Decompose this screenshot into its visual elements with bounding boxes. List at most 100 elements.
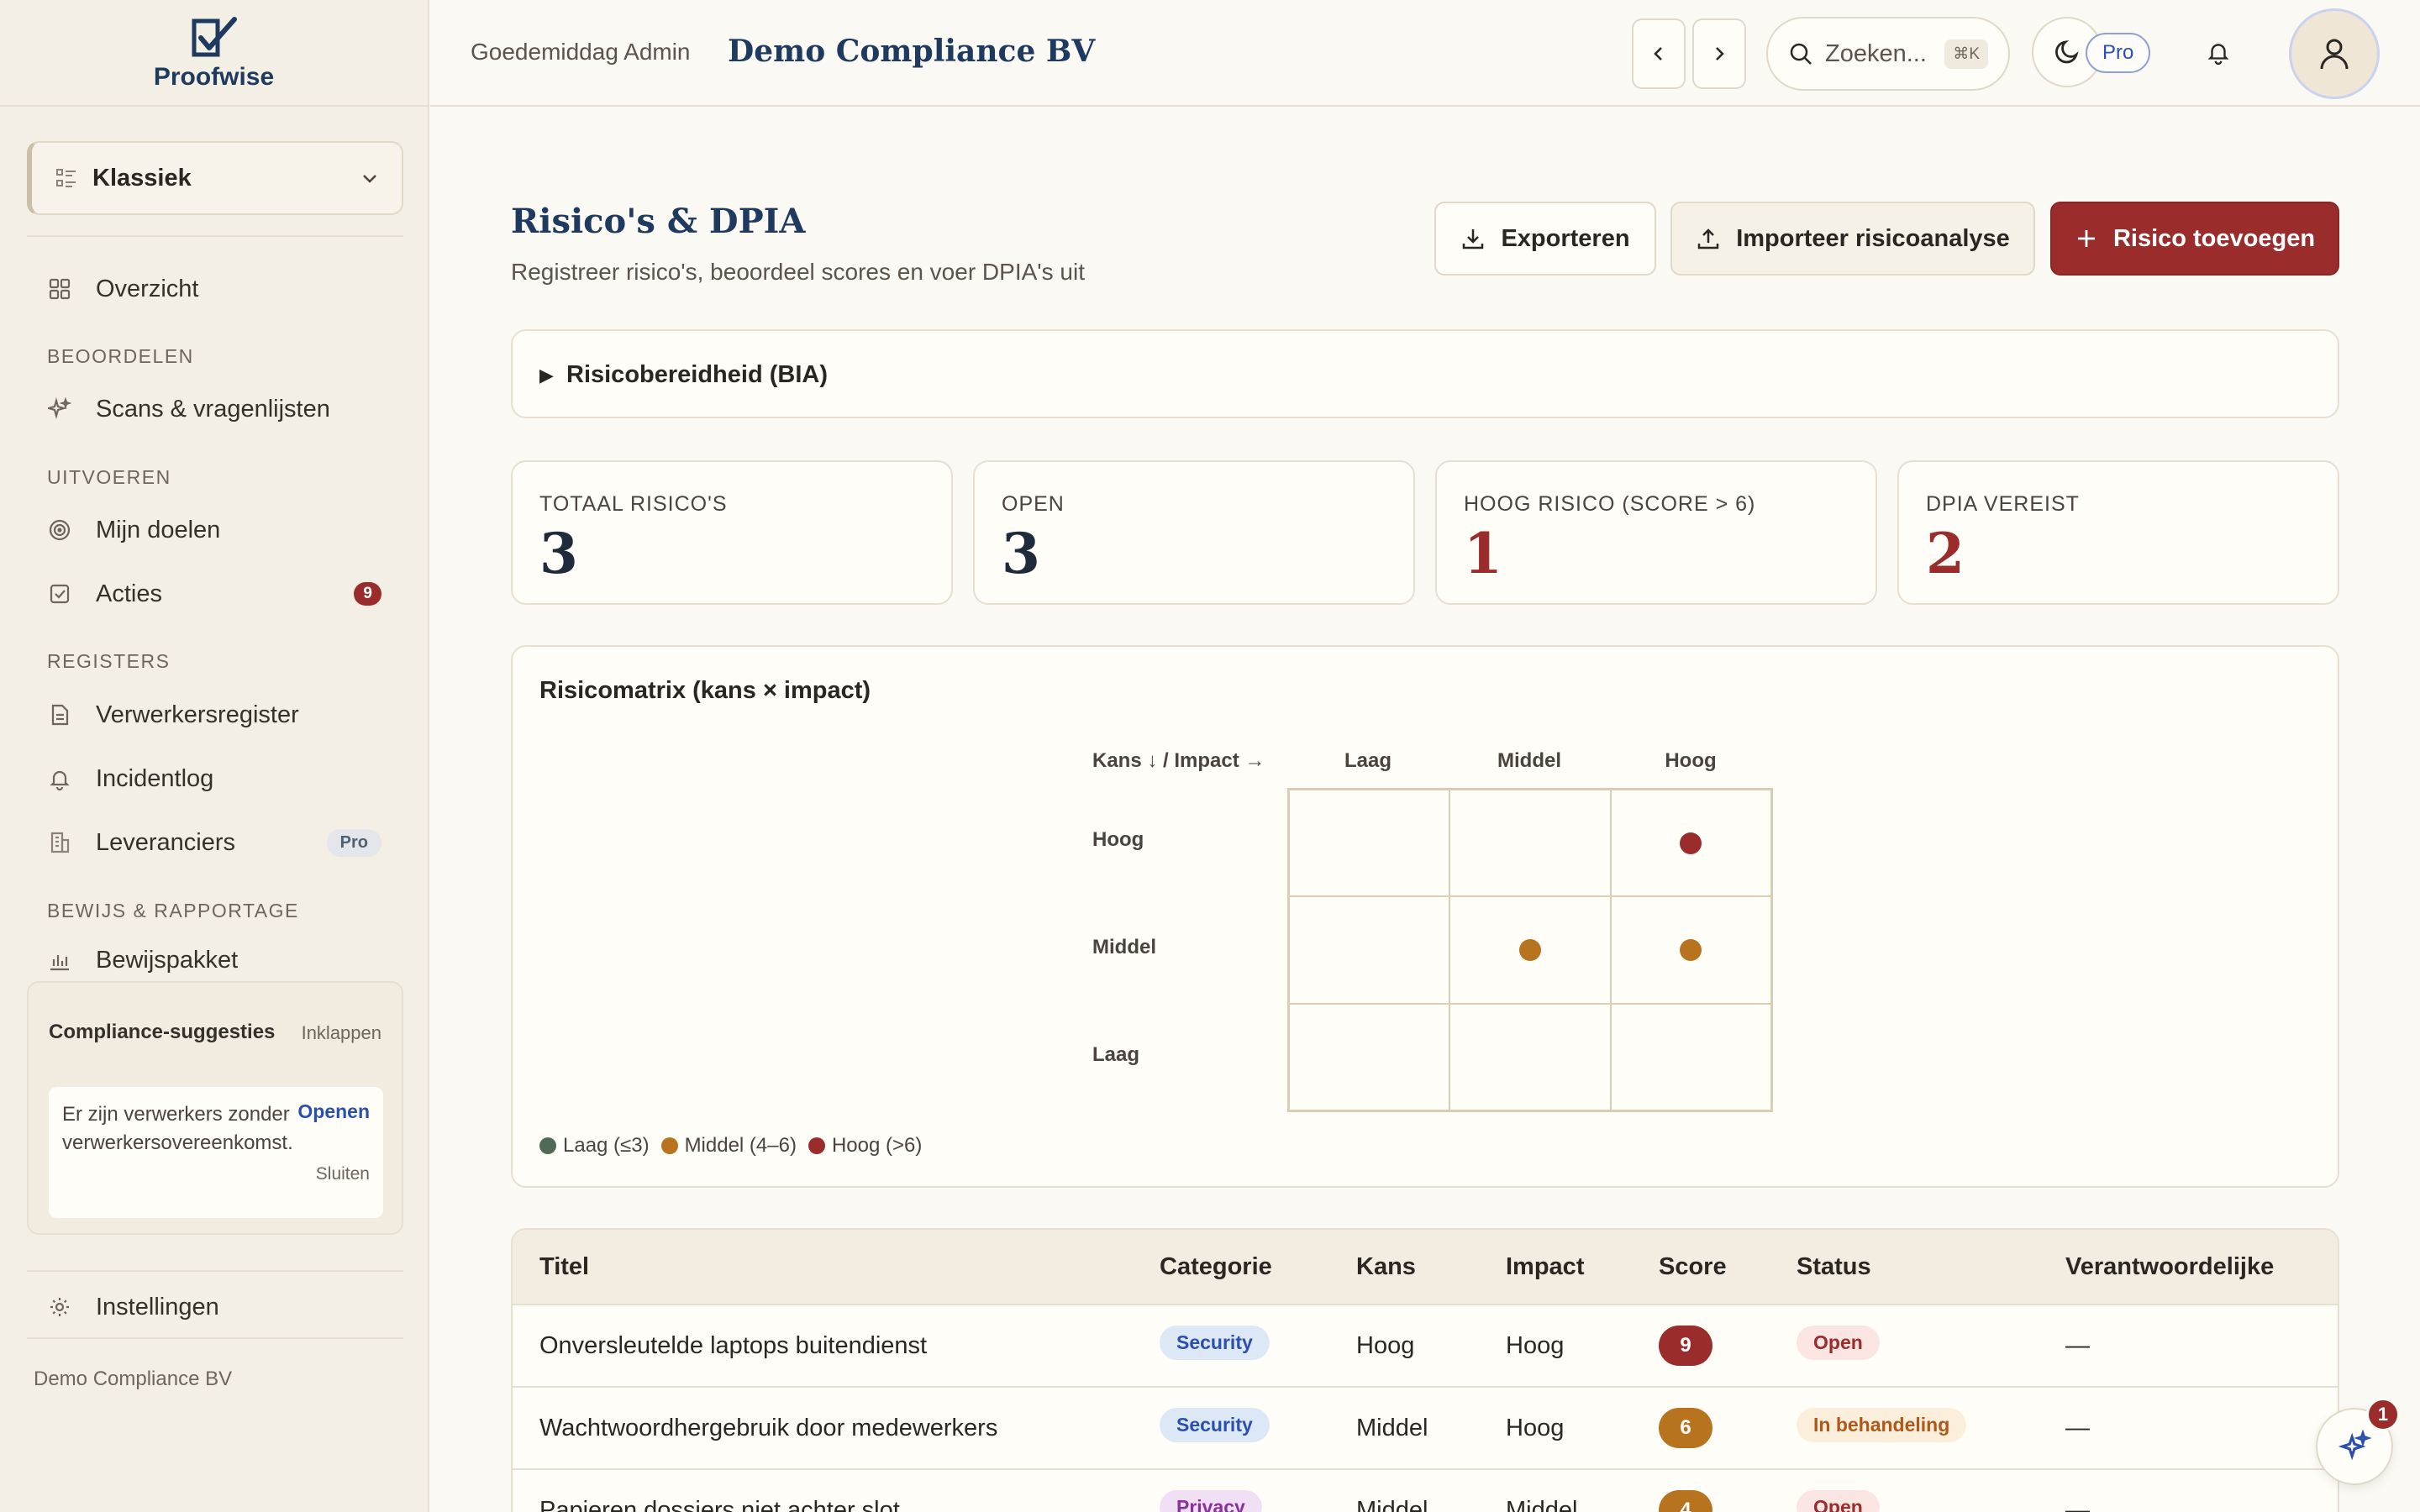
stat-label: DPIA VEREIST (1926, 492, 2080, 516)
legend-label: Laag (≤3) (563, 1134, 650, 1157)
stat-value: 1 (1464, 521, 1502, 586)
category-badge: Security (1160, 1408, 1270, 1442)
risk-matrix-title: Risicomatrix (kans × impact) (539, 677, 871, 704)
risks-table: Titel Categorie Kans Impact Score Status… (511, 1228, 2339, 1512)
suggestions-title: Compliance-suggesties (49, 1021, 276, 1043)
matrix-cell[interactable] (1449, 1003, 1611, 1110)
section-evidence: BEWIJS & RAPPORTAGE (47, 900, 299, 921)
risk-dot-high[interactable] (1680, 832, 1702, 854)
risk-appetite-disclosure[interactable]: ▶ Risicobereidheid (BIA) (511, 329, 2339, 418)
nav-forward-button[interactable] (1692, 18, 1746, 89)
nav-suppliers-label: Leveranciers (96, 828, 236, 856)
column-header[interactable]: Verantwoordelijke (2065, 1253, 2274, 1281)
nav-settings[interactable]: Instellingen (27, 1280, 403, 1334)
nav-actions[interactable]: Acties 9 (27, 567, 403, 621)
section-assess: BEOORDELEN (47, 345, 194, 367)
legend-label: Middel (4–6) (684, 1134, 797, 1157)
checkbox-icon (47, 581, 72, 606)
greeting: Goedemiddag Admin (471, 39, 691, 65)
column-header[interactable]: Titel (539, 1253, 589, 1281)
risk-dot-medium[interactable] (1518, 938, 1541, 961)
stat-card-open: OPEN 3 (973, 460, 1415, 605)
gear-icon (47, 1294, 72, 1320)
suggestions-collapse-button[interactable]: Inklappen (302, 1022, 381, 1044)
nav-incidents[interactable]: Incidentlog (27, 752, 403, 806)
column-header[interactable]: Status (1797, 1253, 1871, 1281)
search-shortcut-hint: ⌘K (1944, 39, 1988, 69)
user-avatar-button[interactable] (2289, 8, 2380, 99)
plan-badge[interactable]: Pro (2086, 33, 2151, 73)
matrix-cell[interactable] (1289, 790, 1450, 897)
nav-scans[interactable]: Scans & vragenlijsten (27, 382, 403, 436)
nav-back-button[interactable] (1632, 18, 1686, 89)
matrix-cell[interactable] (1449, 896, 1611, 1004)
status-badge: In behandeling (1797, 1408, 1967, 1442)
sparkles-icon (47, 396, 72, 422)
search-input[interactable]: Zoeken... ⌘K (1766, 17, 2010, 91)
risk-matrix-grid (1287, 788, 1773, 1112)
divider (27, 1270, 403, 1272)
legend-item-low: Laag (≤3) (539, 1134, 650, 1158)
legend-dot (660, 1137, 678, 1154)
matrix-column-header: Laag (1344, 749, 1392, 772)
chevron-right-icon (1716, 47, 1724, 60)
view-mode-select[interactable]: Klassiek (27, 141, 403, 215)
stat-value: 3 (539, 521, 578, 586)
nav-settings-label: Instellingen (96, 1293, 219, 1320)
sidebar: Proofwise Klassiek Overzicht BEOORDELEN … (0, 0, 429, 1512)
matrix-cell[interactable] (1610, 1003, 1771, 1110)
matrix-axis-caption: Kans ↓ / Impact → (1092, 749, 1265, 772)
nav-goals[interactable]: Mijn doelen (27, 503, 403, 557)
plus-icon (2075, 227, 2098, 250)
bell-icon (47, 766, 72, 791)
matrix-cell[interactable] (1289, 1003, 1450, 1110)
stat-label: OPEN (1002, 492, 1065, 516)
brand-logo[interactable]: Proofwise (0, 0, 428, 107)
column-header[interactable]: Score (1659, 1253, 1727, 1281)
nav-suppliers[interactable]: Leveranciers Pro (27, 816, 403, 869)
compliance-suggestions-panel: Compliance-suggesties Inklappen Er zijn … (27, 981, 403, 1235)
divider (27, 235, 403, 237)
proofwise-logo-icon (192, 16, 237, 56)
export-button[interactable]: Exporteren (1434, 202, 1656, 276)
score-badge: 4 (1659, 1490, 1712, 1512)
suggestion-card: Er zijn verwerkers zonder verwerkersover… (49, 1087, 383, 1218)
suggestion-open-link[interactable]: Openen (297, 1100, 370, 1123)
nav-processors[interactable]: Verwerkersregister (27, 688, 403, 742)
matrix-cell[interactable] (1610, 790, 1771, 897)
document-icon (47, 702, 72, 727)
target-icon (47, 517, 72, 543)
matrix-legend: Laag (≤3) Middel (4–6) Hoog (>6) (539, 1134, 934, 1158)
column-header[interactable]: Kans (1356, 1253, 1416, 1281)
disclosure-triangle-icon: ▶ (539, 365, 554, 386)
legend-dot (539, 1137, 556, 1154)
import-label: Importeer risicoanalyse (1736, 224, 2010, 252)
category-badge: Privacy (1160, 1490, 1262, 1512)
user-icon (2320, 39, 2349, 70)
matrix-cell[interactable] (1610, 896, 1771, 1004)
matrix-row-header: Laag (1092, 1043, 1140, 1066)
nav-processors-label: Verwerkersregister (96, 701, 299, 728)
table-row[interactable]: Papieren dossiers niet achter slot Priva… (513, 1470, 2338, 1512)
owner-cell: — (2065, 1332, 2090, 1359)
nav-overview[interactable]: Overzicht (27, 262, 403, 316)
nav-evidence[interactable]: Bewijspakket (27, 937, 403, 984)
add-risk-button[interactable]: Risico toevoegen (2050, 202, 2339, 276)
table-row[interactable]: Wachtwoordhergebruik door medewerkers Se… (513, 1388, 2338, 1470)
column-header[interactable]: Impact (1506, 1253, 1584, 1281)
matrix-cell[interactable] (1449, 790, 1611, 897)
list-icon (56, 169, 76, 187)
nav-incidents-label: Incidentlog (96, 764, 214, 792)
suggestion-close-link[interactable]: Sluiten (316, 1164, 370, 1184)
nav-actions-label: Acties (96, 580, 162, 607)
column-header[interactable]: Categorie (1160, 1253, 1272, 1281)
risk-dot-medium[interactable] (1680, 938, 1702, 961)
table-row[interactable]: Onversleutelde laptops buitendienst Secu… (513, 1305, 2338, 1388)
bell-icon (2207, 44, 2229, 65)
actions-count-badge: 9 (354, 582, 381, 606)
notifications-button[interactable] (2183, 17, 2254, 87)
import-risk-analysis-button[interactable]: Importeer risicoanalyse (1670, 202, 2035, 276)
score-badge: 9 (1659, 1326, 1712, 1366)
owner-cell: — (2065, 1497, 2090, 1512)
matrix-cell[interactable] (1289, 896, 1450, 1004)
